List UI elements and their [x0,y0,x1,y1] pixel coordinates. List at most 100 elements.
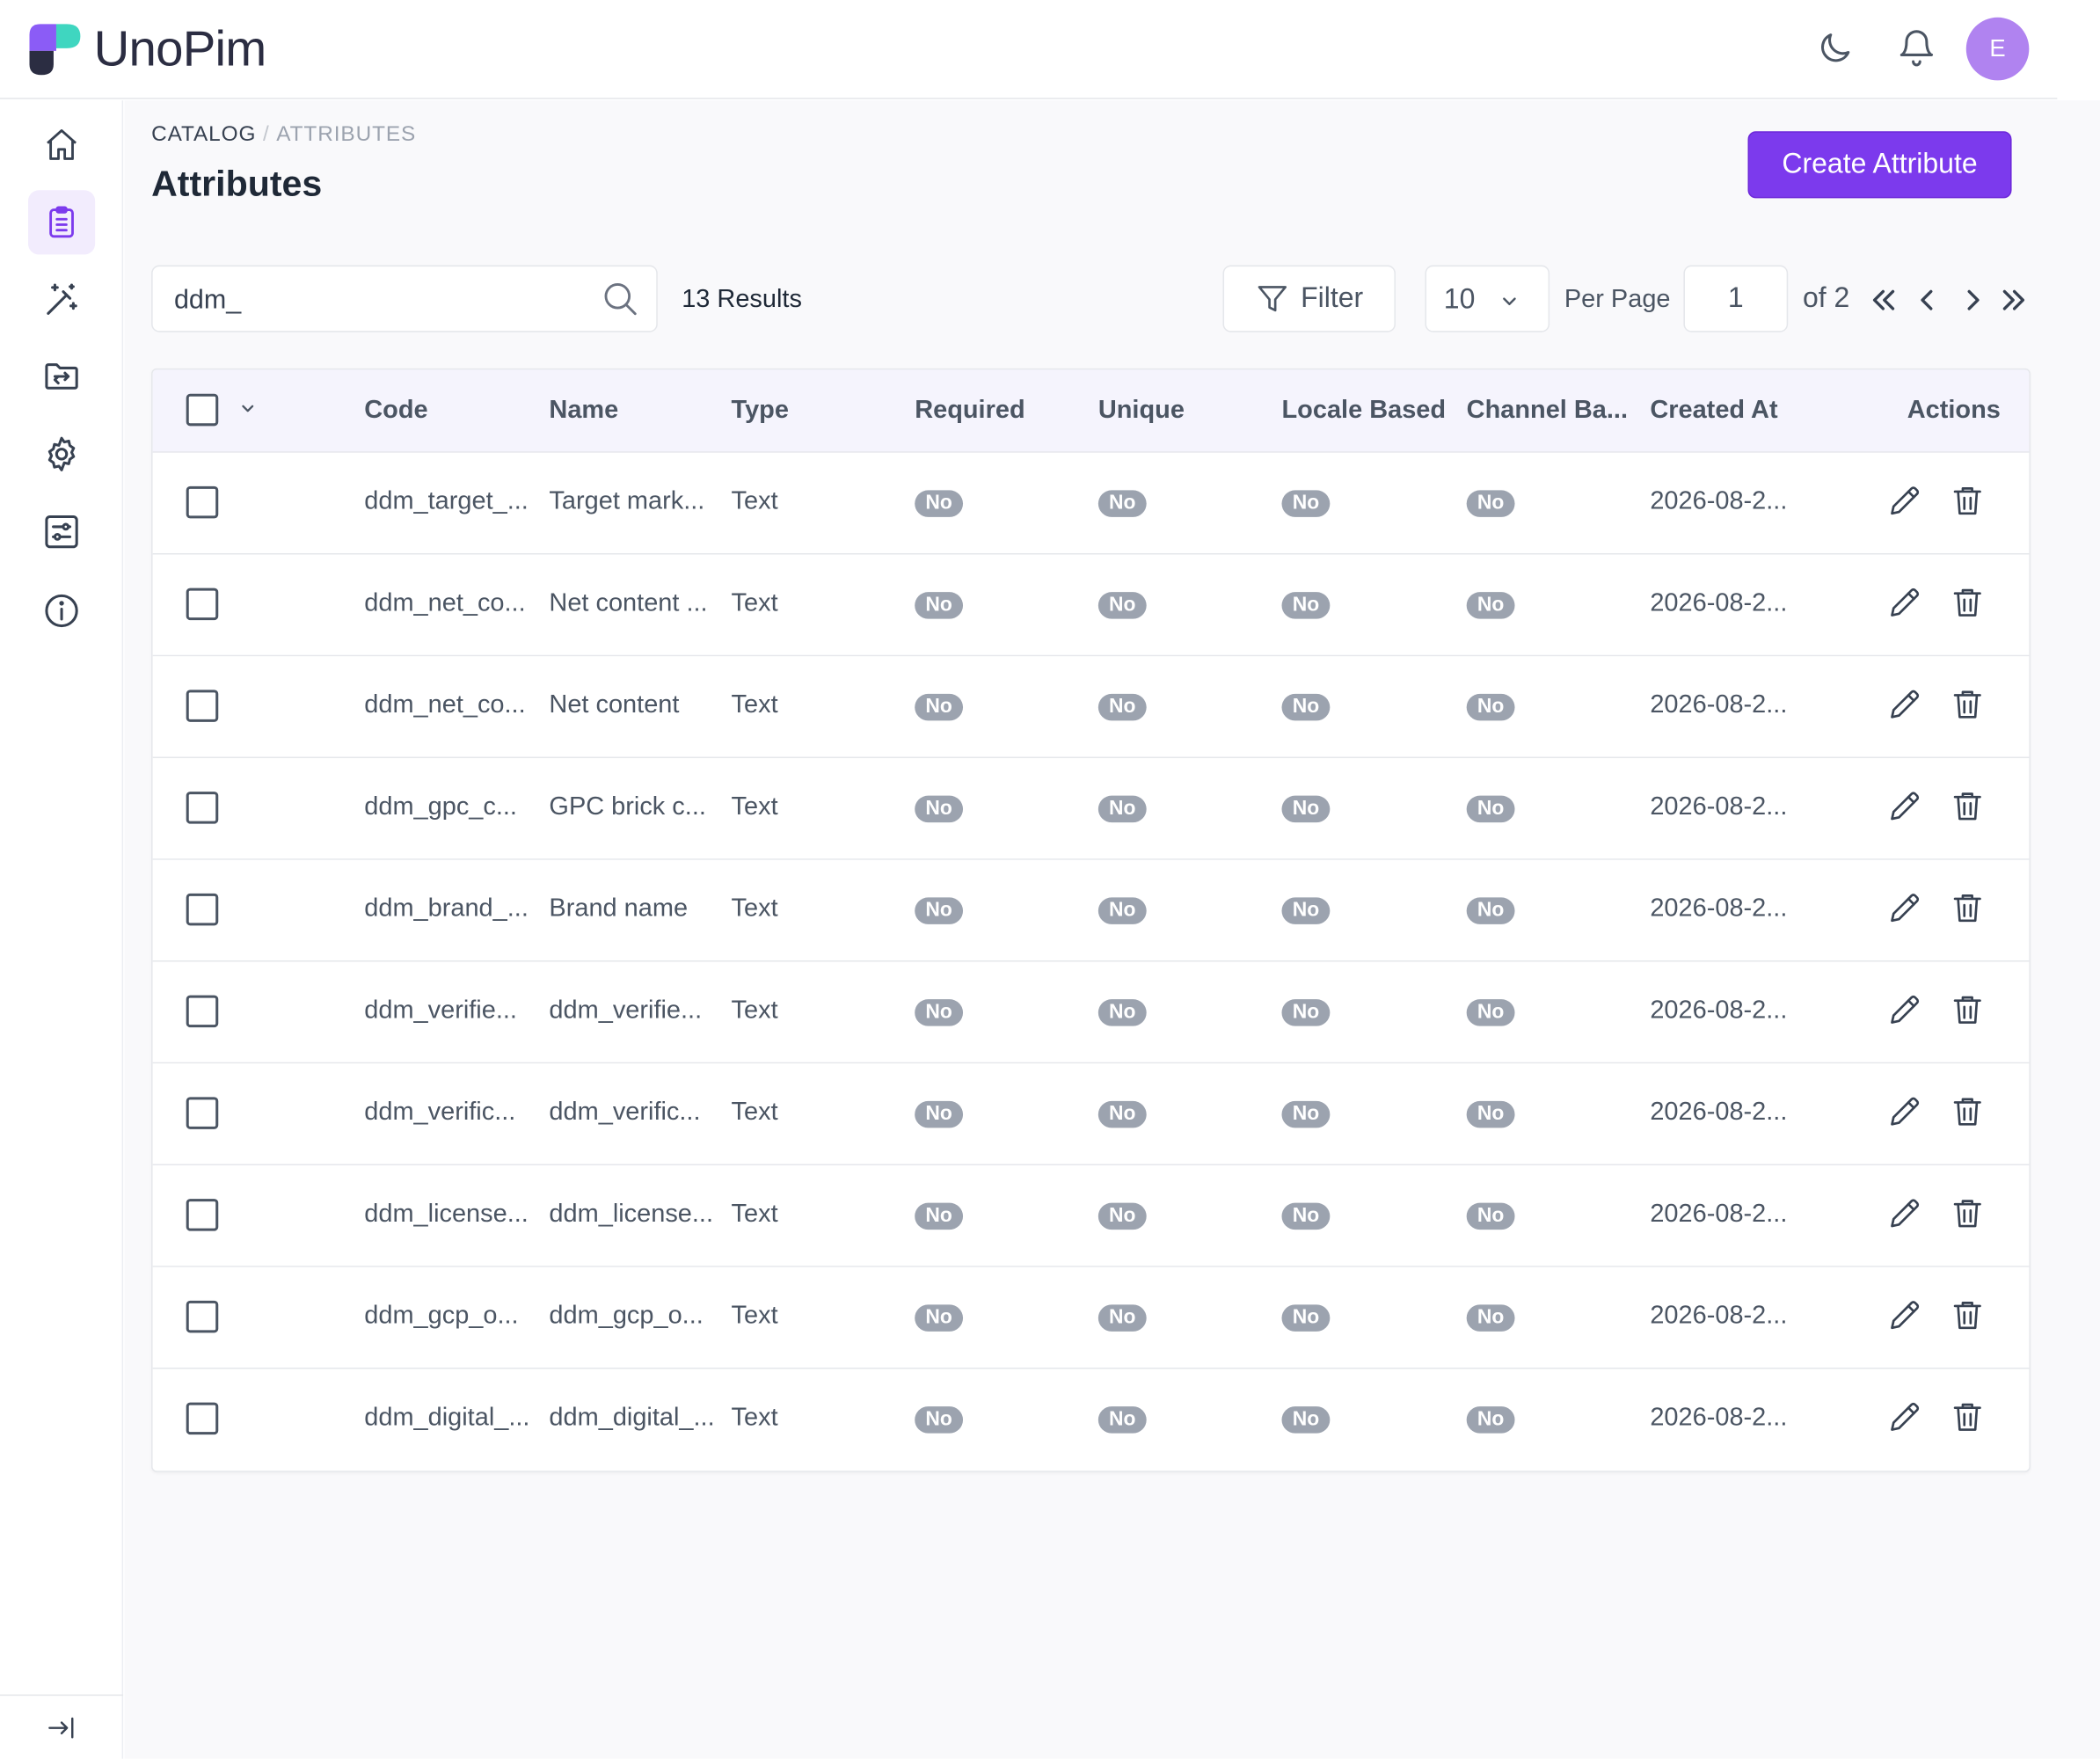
column-header-created-at[interactable]: Created At [1650,397,1777,427]
row-checkbox[interactable] [186,1097,219,1129]
row-checkbox[interactable] [186,792,219,824]
pencil-icon[interactable] [1885,1294,1925,1337]
table-row[interactable]: ddm_verifie... ddm_verifie... Text No No No No… [152,961,2030,1064]
trash-icon[interactable] [1947,683,1987,726]
cell-type: Text [731,1200,778,1229]
status-badge-required: No [915,1202,964,1230]
sidebar-item-data-transfer[interactable] [28,344,95,408]
status-badge-locale-based: No [1281,1202,1331,1230]
status-badge-unique: No [1097,490,1147,517]
status-badge-required: No [915,1100,964,1128]
row-checkbox[interactable] [186,485,219,519]
pencil-icon[interactable] [1885,1091,1925,1134]
sidebar-item-configuration[interactable] [28,500,95,564]
cell-code: ddm_gcp_o... [364,1302,519,1331]
select-all-checkbox[interactable] [186,393,219,427]
per-page-label: Per Page [1564,285,1671,314]
table-row[interactable]: ddm_gcp_o... ddm_gcp_o... Text No No No No 2026… [152,1266,2030,1369]
table-row[interactable]: ddm_net_co... Net content Text No No No No 2026… [152,656,2030,759]
pencil-icon[interactable] [1885,479,1925,522]
table-row[interactable]: ddm_gpc_c... GPC brick c... Text No No No No 20… [152,758,2030,860]
cell-code: ddm_license... [364,1200,529,1229]
pencil-icon[interactable] [1885,581,1925,624]
per-page-value: 10 [1443,283,1476,315]
column-header-unique[interactable]: Unique [1098,397,1185,427]
first-page-icon[interactable] [1869,282,1899,317]
sidebar-item-catalog[interactable] [27,190,96,255]
cell-created-at: 2026-08-2... [1650,1098,1788,1127]
column-header-required[interactable]: Required [915,397,1024,427]
row-checkbox[interactable] [186,995,219,1028]
prev-page-icon[interactable] [1913,282,1943,317]
trash-icon[interactable] [1947,887,1987,930]
table-row[interactable]: ddm_target_... Target mark... Text No No No No… [152,452,2030,555]
table-row[interactable]: ddm_license... ddm_license... Text No No No No… [152,1165,2030,1267]
create-attribute-button[interactable]: Create Attribute [1747,131,2012,199]
moon-icon[interactable] [1813,26,1856,69]
column-header-name[interactable]: Name [549,397,618,427]
trash-icon[interactable] [1947,785,1987,828]
pencil-icon[interactable] [1885,887,1925,930]
table-row[interactable]: ddm_net_co... Net content ... Text No No No No… [152,554,2030,657]
status-badge-required: No [915,795,964,823]
status-badge-channel-based: No [1466,490,1515,517]
last-page-icon[interactable] [2000,282,2030,317]
bell-icon[interactable] [1895,26,1938,69]
status-badge-locale-based: No [1281,897,1331,924]
trash-icon[interactable] [1947,479,1987,522]
search-input[interactable] [173,282,576,317]
mass-action-chevron-icon[interactable] [238,399,257,425]
status-badge-unique: No [1097,592,1147,619]
column-header-channel-based[interactable]: Channel Ba... [1467,397,1628,427]
sidebar-item-magic[interactable] [28,268,95,332]
sidebar-item-settings[interactable] [28,422,95,486]
cell-created-at: 2026-08-2... [1650,1200,1788,1229]
column-header-code[interactable]: Code [364,397,427,427]
pencil-icon[interactable] [1885,785,1925,828]
row-checkbox[interactable] [186,1199,219,1231]
row-checkbox[interactable] [186,1402,219,1435]
pencil-icon[interactable] [1885,1396,1925,1439]
row-checkbox[interactable] [186,1300,219,1333]
cell-name: ddm_license... [549,1200,714,1229]
trash-icon[interactable] [1947,1091,1987,1134]
column-header-type[interactable]: Type [732,397,789,427]
row-checkbox[interactable] [186,690,219,722]
next-page-icon[interactable] [1958,282,1988,317]
filter-label: Filter [1301,282,1364,314]
sidebar-collapse-button[interactable] [0,1694,124,1759]
row-checkbox[interactable] [186,893,219,926]
table-row[interactable]: ddm_digital_... ddm_digital_... Text No No No… [152,1369,2030,1471]
table-row[interactable]: ddm_brand_... Brand name Text No No No No 2026-… [152,859,2030,962]
sidebar-item-dashboard[interactable] [28,113,95,177]
trash-icon[interactable] [1947,1192,1987,1235]
search-icon[interactable] [600,279,640,325]
app-logo[interactable]: UnoPim [26,21,266,77]
status-badge-locale-based: No [1281,1304,1331,1332]
trash-icon[interactable] [1947,1396,1987,1439]
cell-code: ddm_net_co... [364,589,526,618]
collapse-arrow-icon [48,1717,74,1738]
status-badge-unique: No [1097,795,1147,823]
pencil-icon[interactable] [1885,989,1925,1032]
pencil-icon[interactable] [1885,683,1925,726]
cell-type: Text [731,589,778,618]
trash-icon[interactable] [1947,989,1987,1032]
sidebar [0,100,124,1759]
pencil-icon[interactable] [1885,1192,1925,1235]
sidebar-item-help[interactable] [28,579,95,643]
table-row[interactable]: ddm_verific... ddm_verific... Text No No No No… [152,1063,2030,1166]
breadcrumb-catalog[interactable]: CATALOG [151,123,256,146]
app-viewport: UnoPim E CATALOG / ATTRIBUTES Attributes… [0,0,2100,1759]
user-avatar[interactable]: E [1965,17,2030,81]
row-checkbox[interactable] [186,588,219,621]
trash-icon[interactable] [1947,1294,1987,1337]
status-badge-unique: No [1097,1304,1147,1332]
filter-button[interactable]: Filter [1222,265,1396,332]
per-page-select[interactable]: 10 [1425,265,1550,332]
page-number-input[interactable]: 1 [1683,265,1789,332]
column-header-locale-based[interactable]: Locale Based [1282,397,1447,427]
cell-created-at: 2026-08-2... [1650,1302,1788,1331]
trash-icon[interactable] [1947,581,1987,624]
cell-name: Net content [549,690,680,719]
